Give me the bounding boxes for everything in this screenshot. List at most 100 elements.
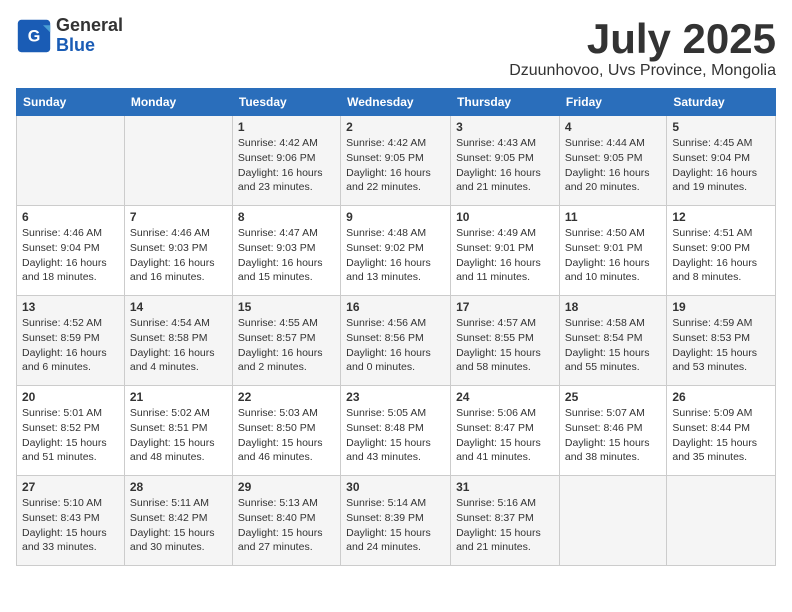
day-info: Sunrise: 4:42 AM Sunset: 9:06 PM Dayligh… <box>238 136 335 195</box>
day-number: 1 <box>238 120 335 134</box>
day-number: 12 <box>672 210 770 224</box>
day-cell: 20 Sunrise: 5:01 AM Sunset: 8:52 PM Dayli… <box>17 386 125 476</box>
day-number: 21 <box>130 390 227 404</box>
day-number: 7 <box>130 210 227 224</box>
day-info: Sunrise: 5:10 AM Sunset: 8:43 PM Dayligh… <box>22 496 119 555</box>
day-info: Sunrise: 4:52 AM Sunset: 8:59 PM Dayligh… <box>22 316 119 375</box>
day-number: 15 <box>238 300 335 314</box>
header-wednesday: Wednesday <box>341 89 451 116</box>
logo-blue: Blue <box>56 36 123 56</box>
day-info: Sunrise: 5:09 AM Sunset: 8:44 PM Dayligh… <box>672 406 770 465</box>
location-title: Dzuunhovoo, Uvs Province, Mongolia <box>509 62 776 80</box>
day-cell: 5 Sunrise: 4:45 AM Sunset: 9:04 PM Daylig… <box>667 116 776 206</box>
week-row-4: 20 Sunrise: 5:01 AM Sunset: 8:52 PM Dayli… <box>17 386 776 476</box>
day-info: Sunrise: 4:54 AM Sunset: 8:58 PM Dayligh… <box>130 316 227 375</box>
day-number: 27 <box>22 480 119 494</box>
header-row: SundayMondayTuesdayWednesdayThursdayFrid… <box>17 89 776 116</box>
day-cell: 31 Sunrise: 5:16 AM Sunset: 8:37 PM Dayli… <box>451 476 560 566</box>
day-info: Sunrise: 5:14 AM Sunset: 8:39 PM Dayligh… <box>346 496 445 555</box>
day-info: Sunrise: 4:42 AM Sunset: 9:05 PM Dayligh… <box>346 136 445 195</box>
week-row-5: 27 Sunrise: 5:10 AM Sunset: 8:43 PM Dayli… <box>17 476 776 566</box>
day-info: Sunrise: 5:11 AM Sunset: 8:42 PM Dayligh… <box>130 496 227 555</box>
week-row-1: 1 Sunrise: 4:42 AM Sunset: 9:06 PM Daylig… <box>17 116 776 206</box>
day-cell: 8Sunrise: 4:47 AM Sunset: 9:03 PM Daylig… <box>232 206 340 296</box>
day-info: Sunrise: 4:46 AM Sunset: 9:04 PM Dayligh… <box>22 226 119 285</box>
day-number: 29 <box>238 480 335 494</box>
day-number: 20 <box>22 390 119 404</box>
header-monday: Monday <box>124 89 232 116</box>
calendar-table: SundayMondayTuesdayWednesdayThursdayFrid… <box>16 88 776 566</box>
logo-icon: G <box>16 18 52 54</box>
day-number: 31 <box>456 480 554 494</box>
day-cell: 13Sunrise: 4:52 AM Sunset: 8:59 PM Dayli… <box>17 296 125 386</box>
day-cell: 9 Sunrise: 4:48 AM Sunset: 9:02 PM Daylig… <box>341 206 451 296</box>
day-info: Sunrise: 5:01 AM Sunset: 8:52 PM Dayligh… <box>22 406 119 465</box>
title-area: July 2025 Dzuunhovoo, Uvs Province, Mong… <box>509 16 776 80</box>
logo: G General Blue <box>16 16 123 56</box>
day-info: Sunrise: 5:02 AM Sunset: 8:51 PM Dayligh… <box>130 406 227 465</box>
day-info: Sunrise: 4:49 AM Sunset: 9:01 PM Dayligh… <box>456 226 554 285</box>
day-info: Sunrise: 4:45 AM Sunset: 9:04 PM Dayligh… <box>672 136 770 195</box>
day-number: 17 <box>456 300 554 314</box>
week-row-3: 13Sunrise: 4:52 AM Sunset: 8:59 PM Dayli… <box>17 296 776 386</box>
day-cell: 18Sunrise: 4:58 AM Sunset: 8:54 PM Dayli… <box>559 296 666 386</box>
day-cell: 27 Sunrise: 5:10 AM Sunset: 8:43 PM Dayli… <box>17 476 125 566</box>
day-number: 5 <box>672 120 770 134</box>
day-number: 4 <box>565 120 661 134</box>
day-cell: 4Sunrise: 4:44 AM Sunset: 9:05 PM Daylig… <box>559 116 666 206</box>
day-info: Sunrise: 5:07 AM Sunset: 8:46 PM Dayligh… <box>565 406 661 465</box>
header-saturday: Saturday <box>667 89 776 116</box>
day-info: Sunrise: 4:48 AM Sunset: 9:02 PM Dayligh… <box>346 226 445 285</box>
day-info: Sunrise: 5:05 AM Sunset: 8:48 PM Dayligh… <box>346 406 445 465</box>
svg-text:G: G <box>28 27 41 45</box>
day-cell: 22Sunrise: 5:03 AM Sunset: 8:50 PM Dayli… <box>232 386 340 476</box>
day-cell: 26 Sunrise: 5:09 AM Sunset: 8:44 PM Dayli… <box>667 386 776 476</box>
day-info: Sunrise: 4:58 AM Sunset: 8:54 PM Dayligh… <box>565 316 661 375</box>
day-cell: 19Sunrise: 4:59 AM Sunset: 8:53 PM Dayli… <box>667 296 776 386</box>
header-thursday: Thursday <box>451 89 560 116</box>
day-cell: 14Sunrise: 4:54 AM Sunset: 8:58 PM Dayli… <box>124 296 232 386</box>
day-cell: 24 Sunrise: 5:06 AM Sunset: 8:47 PM Dayli… <box>451 386 560 476</box>
day-cell: 10Sunrise: 4:49 AM Sunset: 9:01 PM Dayli… <box>451 206 560 296</box>
day-cell: 16Sunrise: 4:56 AM Sunset: 8:56 PM Dayli… <box>341 296 451 386</box>
day-number: 8 <box>238 210 335 224</box>
day-info: Sunrise: 4:50 AM Sunset: 9:01 PM Dayligh… <box>565 226 661 285</box>
header-tuesday: Tuesday <box>232 89 340 116</box>
day-cell: 21 Sunrise: 5:02 AM Sunset: 8:51 PM Dayli… <box>124 386 232 476</box>
day-info: Sunrise: 4:57 AM Sunset: 8:55 PM Dayligh… <box>456 316 554 375</box>
day-number: 25 <box>565 390 661 404</box>
header: G General Blue July 2025 Dzuunhovoo, Uvs… <box>16 16 776 80</box>
header-sunday: Sunday <box>17 89 125 116</box>
day-cell: 7 Sunrise: 4:46 AM Sunset: 9:03 PM Daylig… <box>124 206 232 296</box>
day-info: Sunrise: 5:16 AM Sunset: 8:37 PM Dayligh… <box>456 496 554 555</box>
day-number: 9 <box>346 210 445 224</box>
logo-text: General Blue <box>56 16 123 56</box>
day-number: 28 <box>130 480 227 494</box>
day-cell: 3Sunrise: 4:43 AM Sunset: 9:05 PM Daylig… <box>451 116 560 206</box>
day-info: Sunrise: 5:13 AM Sunset: 8:40 PM Dayligh… <box>238 496 335 555</box>
day-cell <box>124 116 232 206</box>
day-info: Sunrise: 4:59 AM Sunset: 8:53 PM Dayligh… <box>672 316 770 375</box>
day-cell: 12Sunrise: 4:51 AM Sunset: 9:00 PM Dayli… <box>667 206 776 296</box>
day-cell <box>559 476 666 566</box>
month-title: July 2025 <box>509 16 776 62</box>
day-info: Sunrise: 4:46 AM Sunset: 9:03 PM Dayligh… <box>130 226 227 285</box>
day-number: 24 <box>456 390 554 404</box>
day-number: 16 <box>346 300 445 314</box>
day-cell: 30 Sunrise: 5:14 AM Sunset: 8:39 PM Dayli… <box>341 476 451 566</box>
week-row-2: 6Sunrise: 4:46 AM Sunset: 9:04 PM Daylig… <box>17 206 776 296</box>
day-cell: 29 Sunrise: 5:13 AM Sunset: 8:40 PM Dayli… <box>232 476 340 566</box>
logo-general: General <box>56 16 123 36</box>
day-number: 26 <box>672 390 770 404</box>
day-number: 30 <box>346 480 445 494</box>
day-cell <box>17 116 125 206</box>
day-info: Sunrise: 4:55 AM Sunset: 8:57 PM Dayligh… <box>238 316 335 375</box>
day-cell: 2 Sunrise: 4:42 AM Sunset: 9:05 PM Daylig… <box>341 116 451 206</box>
day-cell: 23Sunrise: 5:05 AM Sunset: 8:48 PM Dayli… <box>341 386 451 476</box>
day-cell: 28 Sunrise: 5:11 AM Sunset: 8:42 PM Dayli… <box>124 476 232 566</box>
day-number: 2 <box>346 120 445 134</box>
day-cell: 11Sunrise: 4:50 AM Sunset: 9:01 PM Dayli… <box>559 206 666 296</box>
day-cell: 1 Sunrise: 4:42 AM Sunset: 9:06 PM Daylig… <box>232 116 340 206</box>
day-info: Sunrise: 5:06 AM Sunset: 8:47 PM Dayligh… <box>456 406 554 465</box>
day-cell: 6Sunrise: 4:46 AM Sunset: 9:04 PM Daylig… <box>17 206 125 296</box>
